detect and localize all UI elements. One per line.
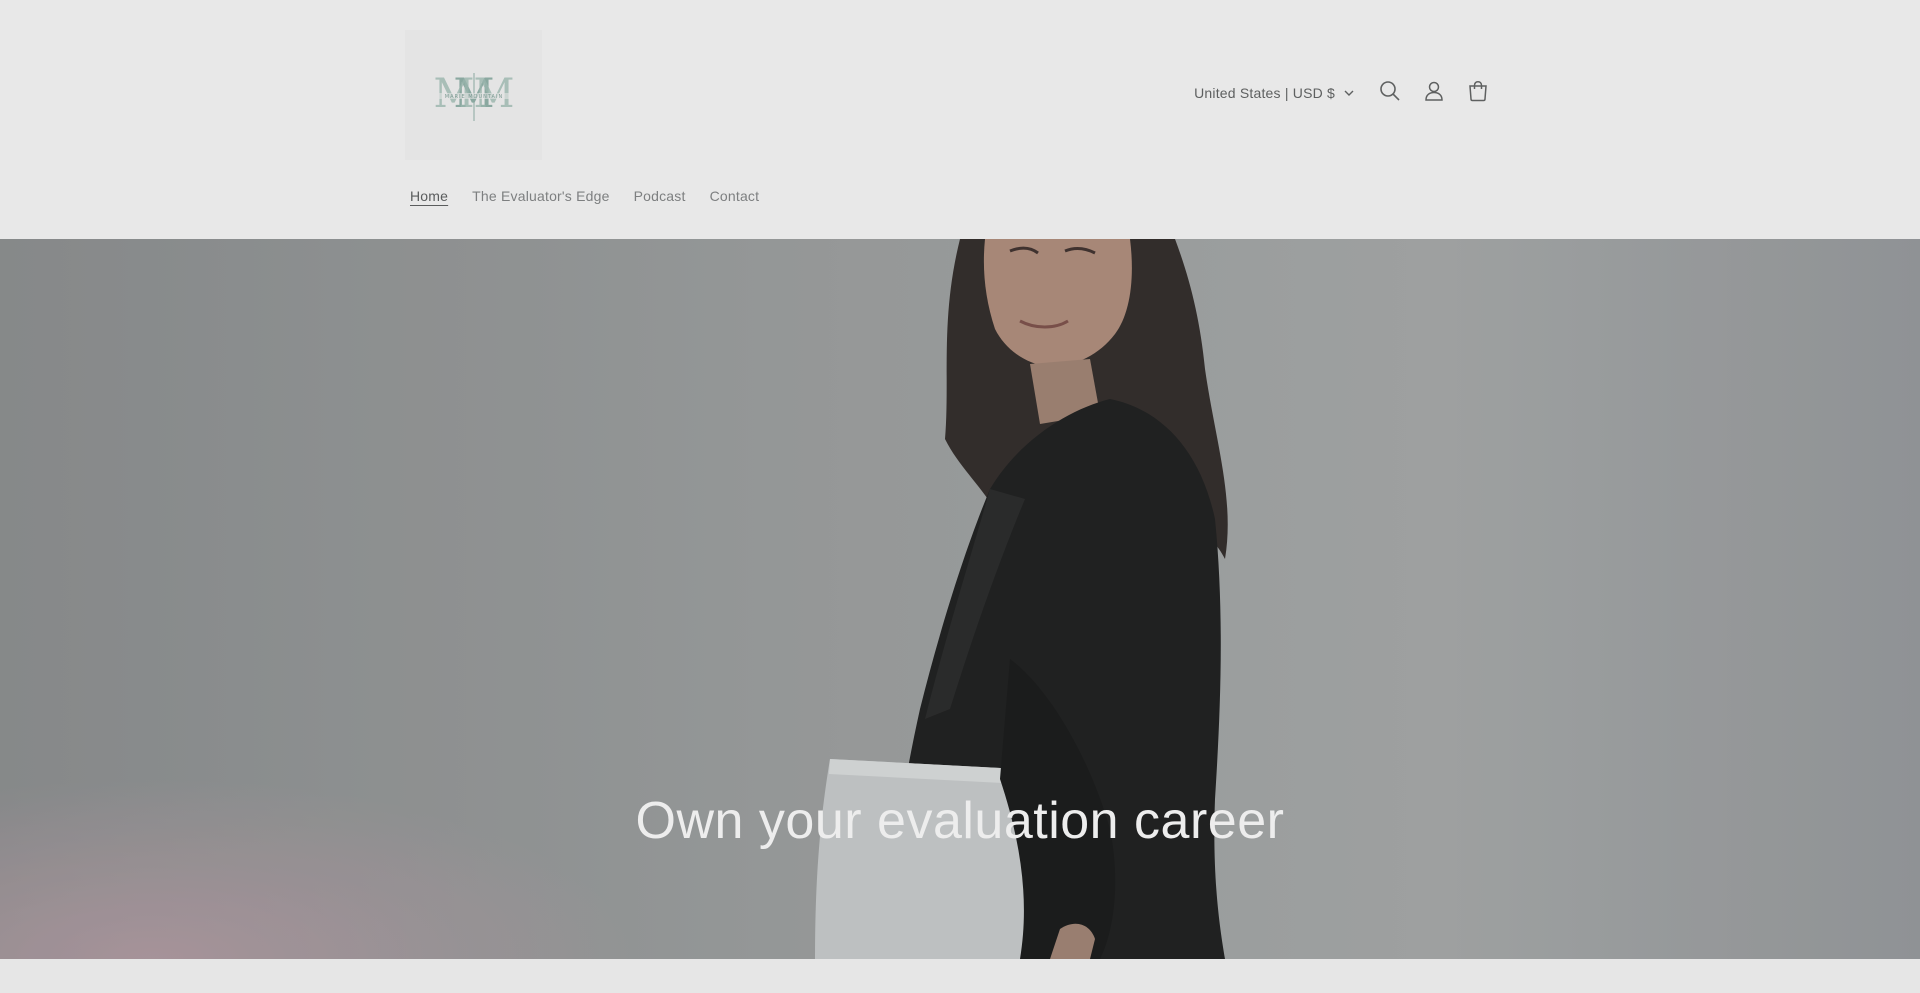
below-hero-strip <box>0 959 1920 993</box>
header-utilities: United States | USD $ <box>1194 74 1500 112</box>
chevron-down-icon <box>1344 90 1354 97</box>
logo-monogram: M M M MARIE MOUNTAIN <box>433 71 514 121</box>
brand-logo[interactable]: M M M MARIE MOUNTAIN <box>405 30 542 160</box>
main-nav: Home The Evaluator's Edge Podcast Contac… <box>410 188 759 204</box>
svg-text:MARIE MOUNTAIN: MARIE MOUNTAIN <box>444 94 502 100</box>
hero-heading: Own your evaluation career <box>635 792 1285 850</box>
nav-item-podcast[interactable]: Podcast <box>634 188 686 204</box>
cart-icon <box>1467 80 1489 107</box>
hero-image <box>0 239 1920 959</box>
nav-item-home[interactable]: Home <box>410 188 448 204</box>
cart-button[interactable] <box>1456 71 1500 115</box>
site-header: M M M MARIE MOUNTAIN United States | USD… <box>0 0 1920 239</box>
nav-item-contact[interactable]: Contact <box>710 188 760 204</box>
search-icon <box>1379 80 1401 107</box>
country-selector-label: United States | USD $ <box>1194 85 1335 101</box>
account-button[interactable] <box>1412 71 1456 115</box>
hero-banner: Own your evaluation career <box>0 239 1920 959</box>
search-button[interactable] <box>1368 71 1412 115</box>
account-icon <box>1423 80 1445 107</box>
nav-item-evaluators-edge[interactable]: The Evaluator's Edge <box>472 188 609 204</box>
country-selector[interactable]: United States | USD $ <box>1194 85 1354 101</box>
